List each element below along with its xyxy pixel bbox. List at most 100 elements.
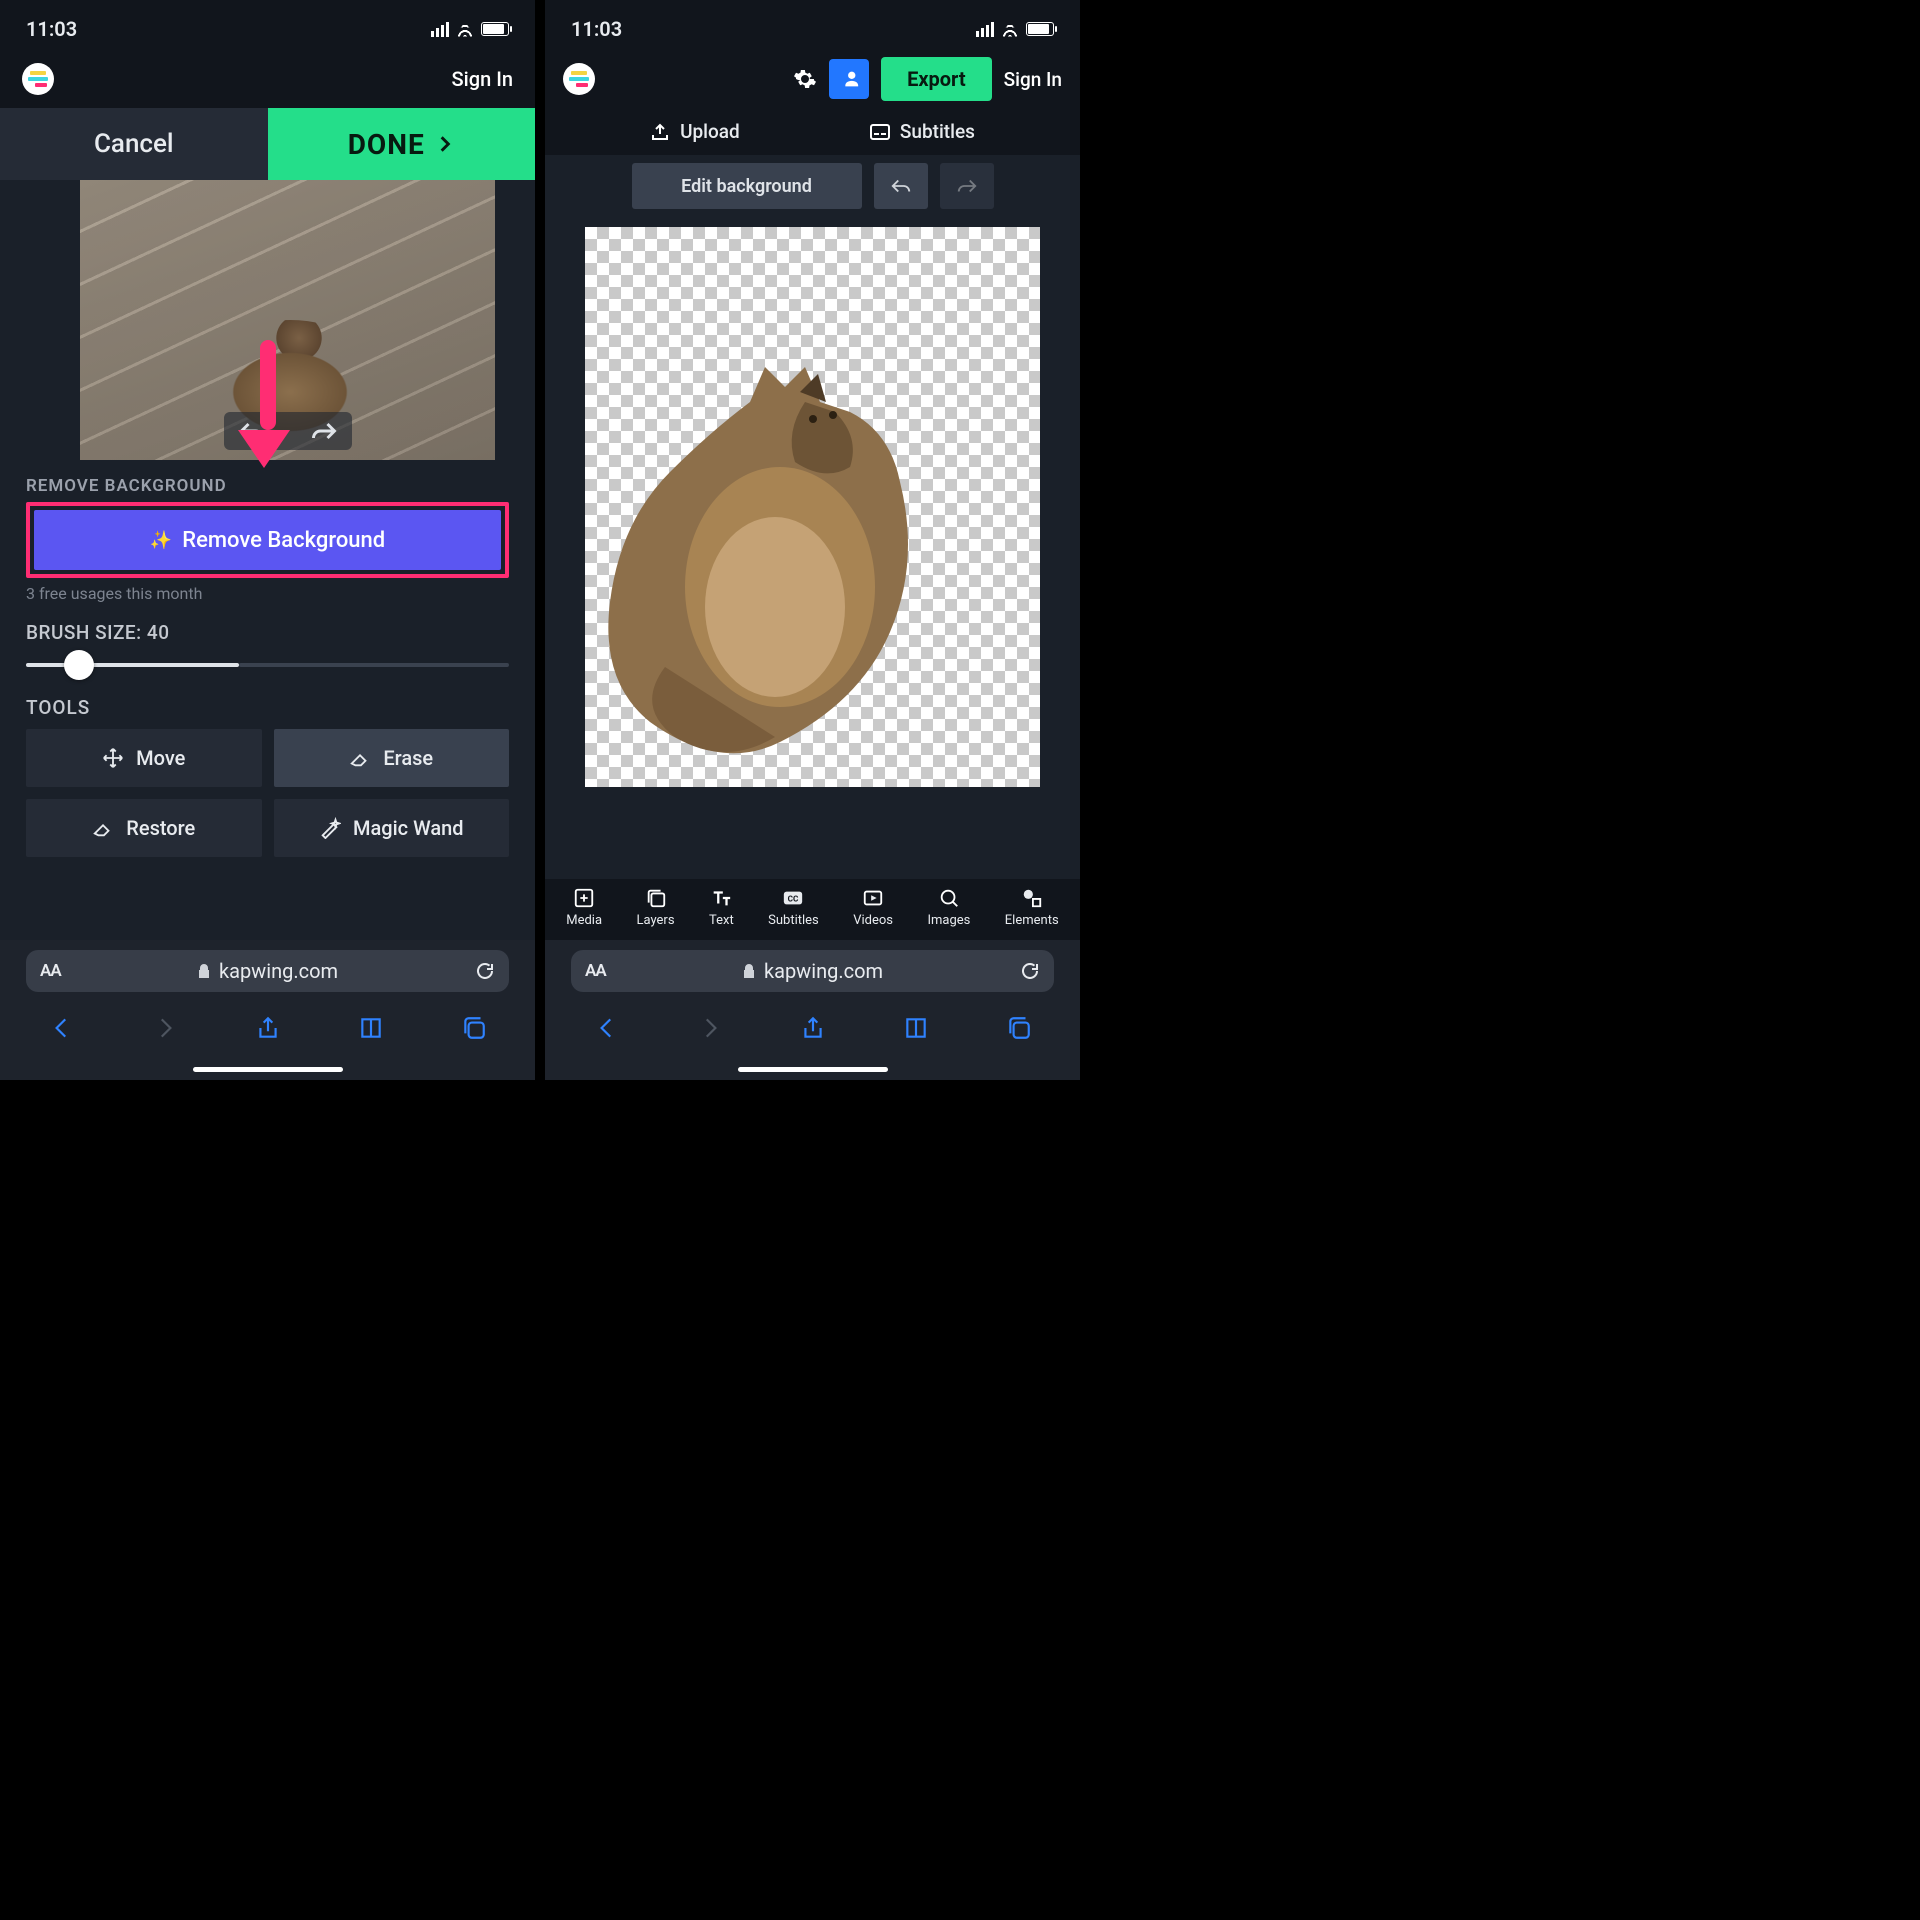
tabs-button[interactable] <box>461 1015 487 1045</box>
tool-restore-button[interactable]: Restore <box>26 799 262 857</box>
videos-icon <box>862 887 884 909</box>
tool-magic-wand-button[interactable]: Magic Wand <box>274 799 510 857</box>
refresh-icon[interactable] <box>475 961 495 981</box>
kapwing-logo-icon[interactable] <box>563 63 595 95</box>
erase-icon <box>349 747 371 769</box>
lock-icon <box>742 963 756 979</box>
svg-text:CC: CC <box>788 895 799 905</box>
cell-signal-icon <box>976 22 994 37</box>
bottom-tab-bar: Media Layers Text CCSubtitles Videos Ima… <box>545 879 1080 940</box>
tab-images[interactable]: Images <box>927 887 970 928</box>
battery-icon <box>481 22 509 36</box>
usage-hint: 3 free usages this month <box>26 584 509 603</box>
cat-cutout-icon <box>605 357 965 757</box>
done-label: DONE <box>348 128 425 161</box>
text-icon <box>710 887 732 909</box>
brush-size-slider[interactable] <box>26 654 509 676</box>
cc-icon: CC <box>782 887 804 909</box>
url-field[interactable]: AA kapwing.com <box>571 950 1054 992</box>
add-person-button[interactable] <box>829 59 869 99</box>
remove-bg-heading: REMOVE BACKGROUND <box>26 476 509 496</box>
back-button[interactable] <box>594 1015 620 1045</box>
phone-left: 11:03 Sign In Cancel DONE <box>0 0 535 1080</box>
url-domain: kapwing.com <box>764 959 883 983</box>
status-bar: 11:03 <box>545 0 1080 50</box>
sparkle-icon: ✨ <box>150 530 172 551</box>
status-time: 11:03 <box>26 17 77 41</box>
tool-move-button[interactable]: Move <box>26 729 262 787</box>
tab-layers[interactable]: Layers <box>636 887 674 928</box>
safari-url-bar: AA kapwing.com <box>545 940 1080 1002</box>
remove-background-button[interactable]: ✨ Remove Background <box>34 510 501 570</box>
app-header: Export Sign In <box>545 50 1080 108</box>
sign-in-link[interactable]: Sign In <box>452 67 513 91</box>
cancel-button[interactable]: Cancel <box>0 108 268 180</box>
text-size-button[interactable]: AA <box>585 961 606 981</box>
tools-heading: TOOLS <box>26 696 509 719</box>
share-button[interactable] <box>800 1015 826 1045</box>
back-button[interactable] <box>49 1015 75 1045</box>
text-size-button[interactable]: AA <box>40 961 61 981</box>
tab-elements[interactable]: Elements <box>1005 887 1059 928</box>
safari-toolbar <box>0 1002 535 1058</box>
remove-bg-label: Remove Background <box>182 528 385 553</box>
settings-icon[interactable] <box>793 67 817 91</box>
safari-toolbar <box>545 1002 1080 1058</box>
share-button[interactable] <box>255 1015 281 1045</box>
edit-background-button[interactable]: Edit background <box>632 163 862 209</box>
cell-signal-icon <box>431 22 449 37</box>
bookmarks-button[interactable] <box>358 1015 384 1045</box>
upload-icon <box>650 123 670 141</box>
lock-icon <box>197 963 211 979</box>
image-preview[interactable] <box>80 180 495 460</box>
annotation-arrow-icon <box>256 340 280 470</box>
app-header: Sign In <box>0 50 535 108</box>
tab-videos[interactable]: Videos <box>853 887 893 928</box>
redo-icon <box>956 177 978 195</box>
media-icon <box>573 887 595 909</box>
safari-url-bar: AA kapwing.com <box>0 940 535 1002</box>
done-button[interactable]: DONE <box>268 108 536 180</box>
brush-size-label: BRUSH SIZE: 40 <box>26 621 509 644</box>
undo-button[interactable] <box>874 163 928 209</box>
export-button[interactable]: Export <box>881 57 992 101</box>
status-time: 11:03 <box>571 17 622 41</box>
url-field[interactable]: AA kapwing.com <box>26 950 509 992</box>
forward-button <box>697 1015 723 1045</box>
status-bar: 11:03 <box>0 0 535 50</box>
magic-wand-icon <box>319 817 341 839</box>
url-domain: kapwing.com <box>219 959 338 983</box>
move-icon <box>102 747 124 769</box>
tool-erase-button[interactable]: Erase <box>274 729 510 787</box>
subtitles-icon <box>870 123 890 141</box>
tab-subtitles[interactable]: CCSubtitles <box>768 887 819 928</box>
tab-media[interactable]: Media <box>566 887 602 928</box>
phone-right: 11:03 Export Sign In Upload Subtitl <box>545 0 1080 1080</box>
forward-button <box>152 1015 178 1045</box>
bookmarks-button[interactable] <box>903 1015 929 1045</box>
slider-thumb[interactable] <box>64 650 94 680</box>
redo-icon[interactable] <box>310 420 338 442</box>
add-person-icon <box>838 68 860 90</box>
images-icon <box>938 887 960 909</box>
battery-icon <box>1026 22 1054 36</box>
tab-text[interactable]: Text <box>709 887 734 928</box>
elements-icon <box>1021 887 1043 909</box>
home-indicator <box>545 1058 1080 1080</box>
restore-icon <box>92 817 114 839</box>
kapwing-logo-icon[interactable] <box>22 63 54 95</box>
upload-tab[interactable]: Upload <box>650 120 740 143</box>
annotation-highlight: ✨ Remove Background <box>26 502 509 578</box>
wifi-icon <box>455 22 475 37</box>
subtitles-tab[interactable]: Subtitles <box>870 120 975 143</box>
chevron-right-icon <box>435 134 455 154</box>
redo-button <box>940 163 994 209</box>
undo-icon <box>890 177 912 195</box>
layers-icon <box>645 887 667 909</box>
refresh-icon[interactable] <box>1020 961 1040 981</box>
wifi-icon <box>1000 22 1020 37</box>
tabs-button[interactable] <box>1006 1015 1032 1045</box>
home-indicator <box>0 1058 535 1080</box>
canvas-preview[interactable] <box>585 227 1040 787</box>
sign-in-link[interactable]: Sign In <box>1004 68 1062 91</box>
